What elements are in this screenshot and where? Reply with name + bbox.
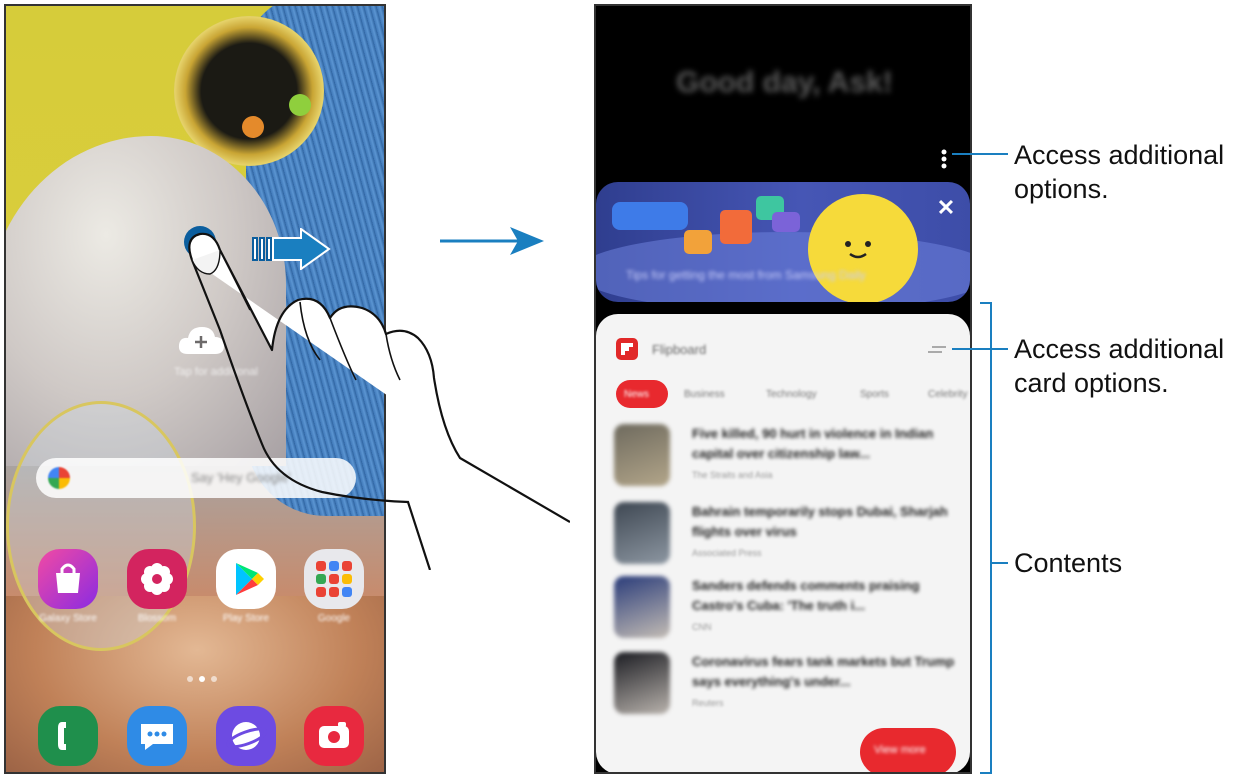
- article-headline[interactable]: Sanders defends comments praising Castro…: [692, 576, 956, 616]
- internet-app[interactable]: [216, 706, 276, 766]
- messages-icon: [141, 724, 173, 750]
- view-more-label: View more: [874, 744, 926, 756]
- app-label: Galaxy Store: [39, 613, 97, 624]
- callout-card-options: Access additional: [1014, 334, 1225, 364]
- tab-news[interactable]: News: [624, 389, 649, 400]
- page-indicator: [184, 669, 220, 687]
- wallpaper-bowl: [174, 16, 324, 166]
- google-icon: [48, 467, 70, 489]
- tab-celebrity[interactable]: Celebrity: [928, 389, 967, 400]
- messages-app[interactable]: [127, 706, 187, 766]
- banner-shape: [612, 202, 688, 230]
- callout-line-contents: [992, 562, 1008, 564]
- sun-illustration: [808, 194, 918, 302]
- card-title: Flipboard: [652, 342, 707, 357]
- wallpaper-fruit: [289, 94, 311, 116]
- article-source: The Straits and Asia: [692, 470, 773, 480]
- article-headline[interactable]: Five killed, 90 hurt in violence in Indi…: [692, 424, 956, 464]
- video-card-icon: [684, 230, 712, 254]
- article-source: CNN: [692, 622, 712, 632]
- flipboard-icon: [616, 338, 638, 360]
- contents-bracket: [980, 302, 992, 774]
- camera-app[interactable]: [304, 706, 364, 766]
- app-label: Blossom: [137, 613, 177, 624]
- tab-technology[interactable]: Technology: [766, 389, 817, 400]
- page-dot: [211, 676, 217, 682]
- page-dot: [187, 676, 193, 682]
- page-dot-active: [199, 676, 205, 682]
- close-icon[interactable]: ✕: [936, 197, 956, 219]
- samsung-daily-screen: Good day, Ask! ✕ Tips for getting the mo…: [594, 4, 972, 774]
- transition-arrow-icon: [440, 227, 544, 255]
- app-label: Play Store: [222, 613, 270, 624]
- article-thumbnail[interactable]: [614, 652, 670, 714]
- callout-options: options.: [1014, 174, 1109, 204]
- greeting-text: Good day, Ask!: [676, 66, 893, 99]
- banner-text: Tips for getting the most from Samsung D…: [626, 268, 866, 282]
- phone-app[interactable]: [38, 706, 98, 766]
- wallpaper-fruit: [242, 116, 264, 138]
- tips-banner[interactable]: [596, 182, 970, 302]
- phone-icon: [58, 722, 66, 750]
- article-thumbnail[interactable]: [614, 502, 670, 564]
- tab-business[interactable]: Business: [684, 389, 725, 400]
- music-card-icon: [772, 212, 800, 232]
- article-headline[interactable]: Coronavirus fears tank markets but Trump…: [692, 652, 956, 692]
- flower-icon: [141, 563, 173, 595]
- more-options-icon[interactable]: [940, 148, 948, 170]
- callout-contents: Contents: [1014, 548, 1123, 578]
- callout-card-options: card options.: [1014, 368, 1169, 398]
- callout-line-options: [952, 153, 1008, 155]
- galaxy-store-app[interactable]: [38, 549, 98, 609]
- shopping-bag-icon: [56, 563, 80, 593]
- article-headline[interactable]: Bahrain temporarily stops Dubai, Sharjah…: [692, 502, 956, 542]
- hand-gesture: [188, 232, 570, 570]
- camera-icon: [319, 722, 349, 748]
- article-card-icon: [720, 210, 752, 244]
- app-label: Google: [317, 613, 351, 624]
- callout-options: Access additional: [1014, 140, 1225, 170]
- article-thumbnail[interactable]: [614, 424, 670, 486]
- article-source: Reuters: [692, 698, 724, 708]
- article-thumbnail[interactable]: [614, 576, 670, 638]
- blossom-app[interactable]: [127, 549, 187, 609]
- card-options-icon[interactable]: [926, 344, 948, 356]
- smiley-icon: [845, 241, 871, 259]
- tab-sports[interactable]: Sports: [860, 389, 889, 400]
- internet-icon: [226, 722, 268, 750]
- article-source: Associated Press: [692, 548, 762, 558]
